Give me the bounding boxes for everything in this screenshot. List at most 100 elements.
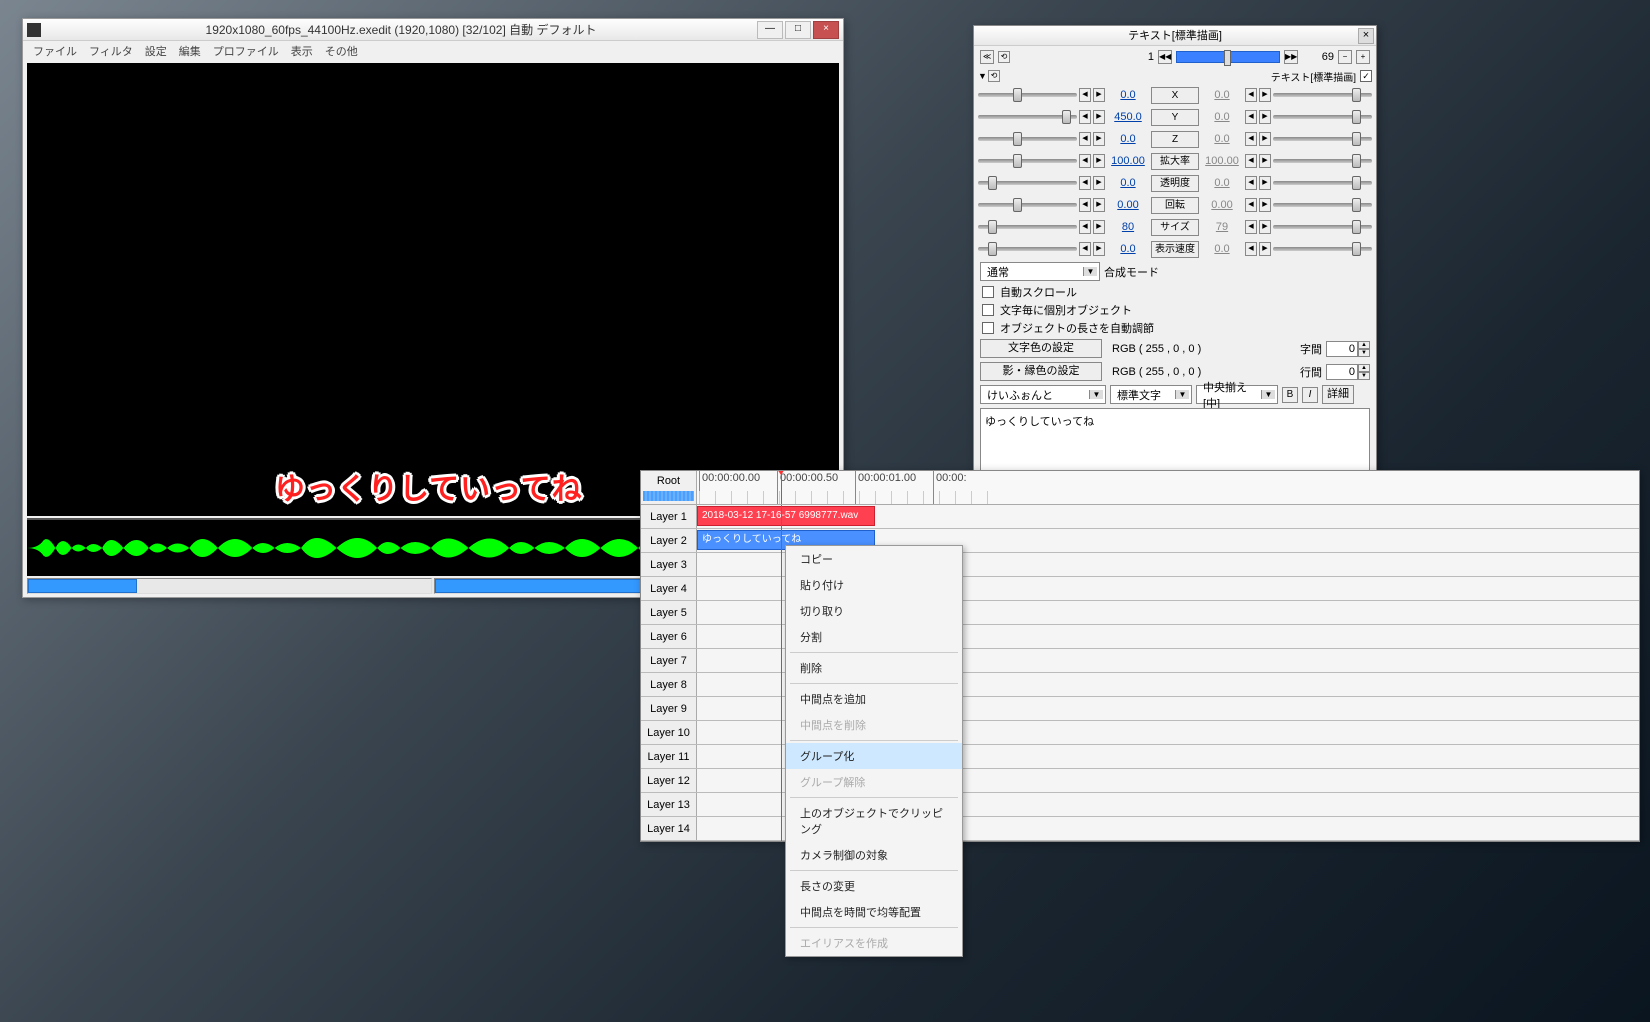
playhead[interactable] xyxy=(781,471,782,504)
right-arrow-icon[interactable]: ▶ xyxy=(1093,154,1105,168)
bold-button[interactable]: B xyxy=(1282,387,1298,403)
param-left-value[interactable]: 0.0 xyxy=(1107,177,1149,189)
param-button[interactable]: 表示速度 xyxy=(1151,241,1199,258)
loop-icon[interactable]: ⟲ xyxy=(998,51,1010,63)
param-slider[interactable] xyxy=(978,93,1077,97)
left-arrow-icon[interactable]: ◀ xyxy=(1079,242,1091,256)
left-arrow-icon[interactable]: ◀ xyxy=(1245,176,1257,190)
param-slider[interactable] xyxy=(978,203,1077,207)
italic-button[interactable]: I xyxy=(1302,387,1318,403)
param-right-value[interactable]: 0.0 xyxy=(1201,243,1243,255)
right-arrow-icon[interactable]: ▶ xyxy=(1259,176,1271,190)
left-arrow-icon[interactable]: ◀ xyxy=(1079,110,1091,124)
layer-label[interactable]: Layer 9 xyxy=(641,697,697,720)
layer-label[interactable]: Layer 2 xyxy=(641,529,697,552)
right-arrow-icon[interactable]: ▶ xyxy=(1259,88,1271,102)
left-arrow-icon[interactable]: ◀ xyxy=(1079,88,1091,102)
right-arrow-icon[interactable]: ▶ xyxy=(1259,110,1271,124)
right-arrow-icon[interactable]: ▶ xyxy=(1093,132,1105,146)
param-left-value[interactable]: 100.00 xyxy=(1107,155,1149,167)
param-button[interactable]: 透明度 xyxy=(1151,175,1199,192)
context-menu-item[interactable]: 削除 xyxy=(786,655,962,681)
check-autolen[interactable] xyxy=(982,322,994,334)
context-menu-item[interactable]: グループ化 xyxy=(786,743,962,769)
context-menu-item[interactable]: 切り取り xyxy=(786,598,962,624)
frame-slider[interactable] xyxy=(1176,51,1280,63)
style-combo[interactable]: 標準文字▼ xyxy=(1110,385,1192,404)
char-spacing-input[interactable]: ▲▼ xyxy=(1326,341,1370,357)
context-menu-item[interactable]: 中間点を時間で均等配置 xyxy=(786,899,962,925)
menu-display[interactable]: 表示 xyxy=(285,41,319,61)
param-left-value[interactable]: 80 xyxy=(1107,221,1149,233)
font-combo[interactable]: けいふぉんと▼ xyxy=(980,385,1106,404)
right-arrow-icon[interactable]: ▶ xyxy=(1093,220,1105,234)
param-left-value[interactable]: 0.00 xyxy=(1107,199,1149,211)
param-slider[interactable] xyxy=(1273,225,1372,229)
left-arrow-icon[interactable]: ◀ xyxy=(1245,198,1257,212)
frame-plus-icon[interactable]: + xyxy=(1356,50,1370,64)
blend-mode-combo[interactable]: 通常▼ xyxy=(980,262,1100,281)
text-content-input[interactable]: ゆっくりしていってね xyxy=(980,408,1370,474)
right-arrow-icon[interactable]: ▶ xyxy=(1259,220,1271,234)
text-color-button[interactable]: 文字色の設定 xyxy=(980,339,1102,358)
section-enable-check[interactable]: ✓ xyxy=(1360,70,1372,82)
param-slider[interactable] xyxy=(1273,93,1372,97)
refresh-icon[interactable]: ⟲ xyxy=(988,70,1000,82)
param-button[interactable]: Z xyxy=(1151,131,1199,148)
layer-label[interactable]: Layer 4 xyxy=(641,577,697,600)
param-slider[interactable] xyxy=(1273,247,1372,251)
param-slider[interactable] xyxy=(978,247,1077,251)
param-slider[interactable] xyxy=(1273,137,1372,141)
left-arrow-icon[interactable]: ◀ xyxy=(1245,132,1257,146)
timeline-ruler[interactable]: 00:00:00.00 00:00:00.50 00:00:01.00 00:0… xyxy=(697,471,1639,504)
panel-title[interactable]: テキスト[標準描画] × xyxy=(974,26,1376,46)
param-right-value[interactable]: 0.0 xyxy=(1201,111,1243,123)
panel-close-button[interactable]: × xyxy=(1358,28,1374,44)
param-right-value[interactable]: 100.00 xyxy=(1201,155,1243,167)
param-left-value[interactable]: 0.0 xyxy=(1107,133,1149,145)
audio-clip[interactable]: 2018-03-12 17-16-57 6998777.wav xyxy=(697,506,875,526)
right-arrow-icon[interactable]: ▶ xyxy=(1093,242,1105,256)
layer-label[interactable]: Layer 14 xyxy=(641,817,697,840)
detail-button[interactable]: 詳細 xyxy=(1322,385,1354,404)
layer-label[interactable]: Layer 7 xyxy=(641,649,697,672)
timeline-root[interactable]: Root xyxy=(641,471,697,504)
param-left-value[interactable]: 0.0 xyxy=(1107,89,1149,101)
right-arrow-icon[interactable]: ▶ xyxy=(1093,176,1105,190)
left-arrow-icon[interactable]: ◀ xyxy=(1245,88,1257,102)
param-slider[interactable] xyxy=(978,225,1077,229)
layer-label[interactable]: Layer 8 xyxy=(641,673,697,696)
param-left-value[interactable]: 0.0 xyxy=(1107,243,1149,255)
right-arrow-icon[interactable]: ▶ xyxy=(1259,242,1271,256)
layer-label[interactable]: Layer 6 xyxy=(641,625,697,648)
align-combo[interactable]: 中央揃え[中]▼ xyxy=(1196,385,1278,404)
context-menu-item[interactable]: カメラ制御の対象 xyxy=(786,842,962,868)
line-spacing-input[interactable]: ▲▼ xyxy=(1326,364,1370,380)
menu-filter[interactable]: フィルタ xyxy=(83,41,139,61)
layer-label[interactable]: Layer 1 xyxy=(641,505,697,528)
titlebar[interactable]: 1920x1080_60fps_44100Hz.exedit (1920,108… xyxy=(23,19,843,41)
layer-label[interactable]: Layer 10 xyxy=(641,721,697,744)
layer-track[interactable]: 2018-03-12 17-16-57 6998777.wav xyxy=(697,505,1639,528)
left-arrow-icon[interactable]: ◀ xyxy=(1079,198,1091,212)
right-arrow-icon[interactable]: ▶ xyxy=(1093,198,1105,212)
layer-label[interactable]: Layer 11 xyxy=(641,745,697,768)
left-arrow-icon[interactable]: ◀ xyxy=(1245,154,1257,168)
menu-profile[interactable]: プロファイル xyxy=(207,41,285,61)
context-menu-item[interactable]: 長さの変更 xyxy=(786,873,962,899)
param-button[interactable]: Y xyxy=(1151,109,1199,126)
layer-label[interactable]: Layer 13 xyxy=(641,793,697,816)
menu-edit[interactable]: 編集 xyxy=(173,41,207,61)
check-perchar[interactable] xyxy=(982,304,994,316)
param-button[interactable]: X xyxy=(1151,87,1199,104)
param-right-value[interactable]: 0.00 xyxy=(1201,199,1243,211)
left-arrow-icon[interactable]: ◀ xyxy=(1245,110,1257,124)
param-left-value[interactable]: 450.0 xyxy=(1107,111,1149,123)
frame-prev-icon[interactable]: ◀◀ xyxy=(1158,50,1172,64)
param-slider[interactable] xyxy=(978,137,1077,141)
param-slider[interactable] xyxy=(1273,159,1372,163)
left-arrow-icon[interactable]: ◀ xyxy=(1079,154,1091,168)
context-menu-item[interactable]: 中間点を追加 xyxy=(786,686,962,712)
param-slider[interactable] xyxy=(978,181,1077,185)
right-arrow-icon[interactable]: ▶ xyxy=(1259,154,1271,168)
